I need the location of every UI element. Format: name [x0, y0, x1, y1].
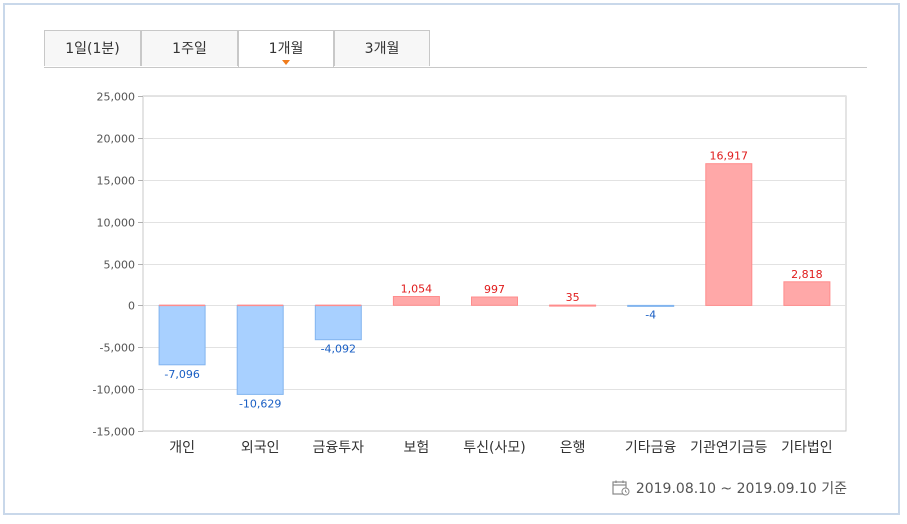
x-tick-label: 은행 [560, 440, 586, 456]
x-tick-label: 외국인 [241, 440, 280, 456]
bar [783, 281, 831, 306]
data-label: 2,818 [791, 268, 823, 281]
x-tick-label: 기타금융 [625, 440, 677, 456]
y-tick-label: 10,000 [97, 217, 136, 230]
bar [549, 304, 597, 307]
data-label: -4,092 [321, 343, 356, 356]
x-tick-label: 투신(사모) [463, 440, 525, 456]
bar [236, 304, 284, 395]
y-tick-label: 25,000 [97, 91, 136, 104]
y-tick-label: -10,000 [93, 384, 135, 397]
bar [471, 296, 518, 306]
date-range-text: 2019.08.10 ~ 2019.09.10 기준 [635, 481, 847, 497]
data-label: 16,917 [710, 150, 749, 163]
date-range-footer: 2019.08.10 ~ 2019.09.10 기준 [612, 478, 847, 498]
x-tick-label: 개인 [169, 440, 195, 456]
bar [627, 304, 675, 307]
y-tick-label: 5,000 [104, 259, 136, 272]
y-tick-label: -15,000 [93, 426, 135, 439]
bar-chart: 25,000 20,000 15,000 10,000 5,000 0 -5,000 -10,… [93, 91, 847, 456]
data-label: 997 [484, 283, 505, 296]
data-label: 35 [566, 291, 580, 304]
x-tick-label: 기관연기금등 [690, 440, 767, 456]
x-tick-label: 기타법인 [781, 440, 833, 456]
data-label: -4 [645, 308, 656, 321]
y-tick-label: 15,000 [97, 175, 136, 188]
x-tick-label: 보험 [404, 440, 430, 456]
y-tick-label: 20,000 [97, 133, 136, 146]
data-label: 1,054 [401, 283, 433, 296]
data-label: -10,629 [239, 397, 281, 410]
y-tick-label: 0 [128, 300, 135, 313]
bar [314, 304, 362, 341]
x-tick-label: 금융투자 [313, 440, 365, 456]
y-tick-label: -5,000 [100, 342, 135, 355]
calendar-icon [612, 480, 630, 496]
bar [705, 163, 753, 306]
bar [392, 296, 440, 306]
bar [158, 304, 206, 366]
data-label: -7,096 [164, 368, 199, 381]
